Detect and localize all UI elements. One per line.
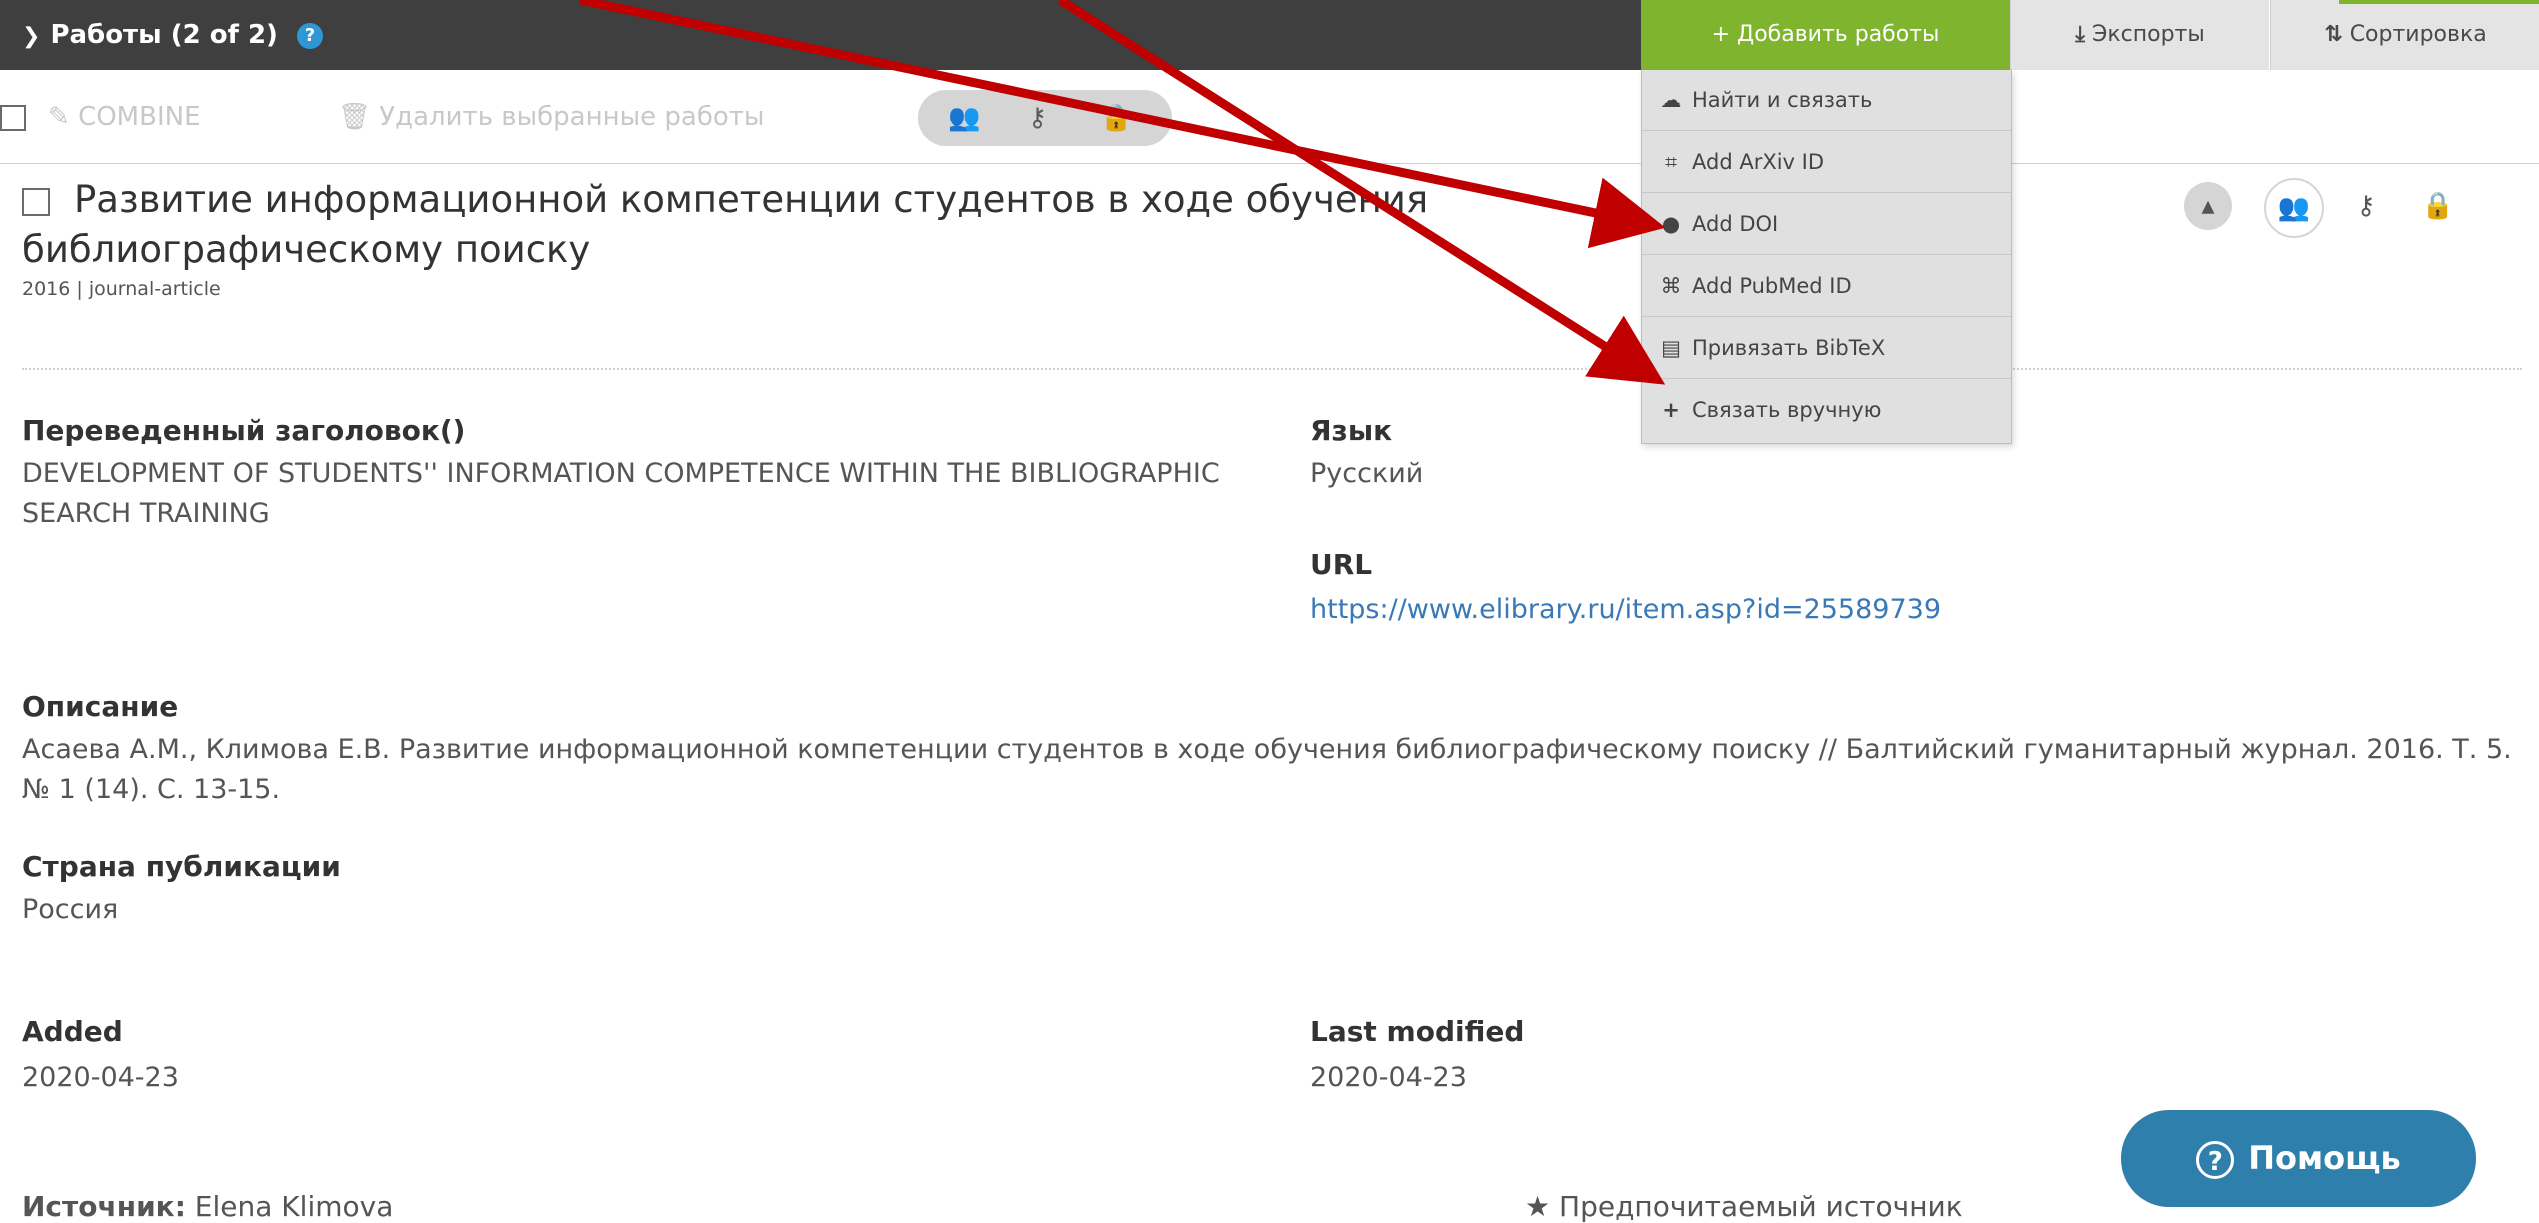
help-label: Помощь: [2248, 1139, 2401, 1177]
help-button[interactable]: ? Помощь: [2121, 1110, 2476, 1207]
annotation-arrows: [579, 0, 1666, 385]
question-icon: ?: [2196, 1141, 2235, 1179]
arrow-to-add-manually: [1057, 0, 1666, 385]
